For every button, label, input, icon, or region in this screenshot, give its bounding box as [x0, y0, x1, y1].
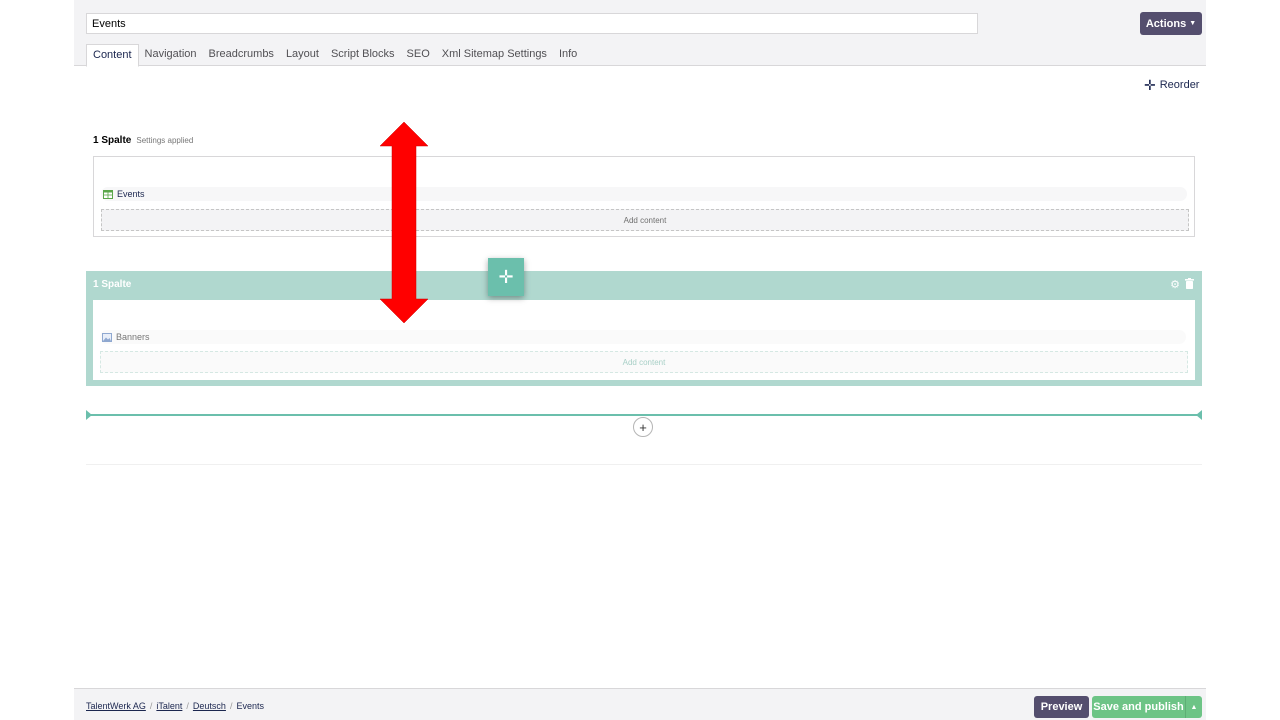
content-item-label: Banners: [116, 332, 150, 342]
settings-gear-icon[interactable]: ⚙: [1170, 278, 1180, 291]
drag-move-icon[interactable]: ✛: [488, 258, 524, 296]
add-content-button[interactable]: Add content: [101, 209, 1189, 231]
breadcrumb: TalentWerk AG / iTalent / Deutsch / Events: [86, 701, 264, 711]
breadcrumb-separator: /: [229, 701, 233, 711]
tab-xml-sitemap-settings[interactable]: Xml Sitemap Settings: [436, 44, 553, 66]
tab-seo[interactable]: SEO: [401, 44, 436, 66]
page-name-input[interactable]: [86, 13, 978, 34]
block-header: 1 Spalte ⚙: [86, 271, 1202, 299]
add-section-plus-icon[interactable]: +: [633, 417, 653, 437]
indicator-arrow-left-icon: [86, 410, 92, 420]
divider: [86, 464, 1202, 465]
image-icon: [102, 332, 112, 342]
block-actions: ⚙: [1170, 278, 1194, 291]
breadcrumb-separator: /: [186, 701, 189, 711]
reorder-label: Reorder: [1159, 79, 1200, 91]
tab-layout[interactable]: Layout: [280, 44, 325, 66]
editor-tabs: Content Navigation Breadcrumbs Layout Sc…: [86, 44, 583, 67]
breadcrumb-link[interactable]: TalentWerk AG: [86, 701, 146, 711]
block-title-text: 1 Spalte: [93, 279, 132, 290]
tab-script-blocks[interactable]: Script Blocks: [325, 44, 401, 66]
tab-breadcrumbs[interactable]: Breadcrumbs: [203, 44, 280, 66]
tab-content[interactable]: Content: [86, 44, 139, 67]
breadcrumb-separator: /: [149, 701, 153, 711]
trash-icon[interactable]: [1185, 278, 1194, 289]
block-settings-status: Settings applied: [136, 136, 194, 145]
tab-navigation[interactable]: Navigation: [139, 44, 203, 66]
add-content-button[interactable]: Add content: [100, 351, 1188, 373]
actions-button[interactable]: Actions ▼: [1140, 12, 1202, 35]
save-and-publish-label: Save and publish: [1093, 701, 1184, 713]
grid-icon: [103, 189, 113, 199]
content-block-dragging[interactable]: 1 Spalte ⚙ Banners Add content: [86, 271, 1202, 386]
content-item[interactable]: Banners: [100, 330, 1186, 344]
editor-footer: TalentWerk AG / iTalent / Deutsch / Events Pre…: [74, 688, 1206, 720]
app-container: Actions ▼ Content Navigation Breadcrumbs…: [74, 0, 1206, 720]
block-title: 1 Spalte Settings applied: [93, 135, 193, 146]
block-body: Banners Add content: [93, 300, 1195, 380]
caret-down-icon: ▼: [1189, 20, 1197, 27]
actions-button-label: Actions: [1145, 17, 1187, 30]
reorder-button[interactable]: ✛ Reorder: [1144, 77, 1200, 93]
content-item[interactable]: Events: [101, 187, 1187, 201]
breadcrumb-link[interactable]: iTalent: [156, 701, 182, 711]
preview-button[interactable]: Preview: [1034, 696, 1089, 718]
caret-up-icon[interactable]: ▲: [1185, 696, 1202, 718]
tab-info[interactable]: Info: [553, 44, 583, 66]
breadcrumb-current: Events: [236, 701, 264, 711]
block-title-text: 1 Spalte: [93, 135, 132, 146]
save-and-publish-button[interactable]: Save and publish ▲: [1092, 696, 1202, 718]
editor-header: Actions ▼ Content Navigation Breadcrumbs…: [74, 0, 1206, 67]
breadcrumb-link[interactable]: Deutsch: [193, 701, 226, 711]
content-item-label: Events: [117, 189, 145, 199]
move-icon: ✛: [1144, 77, 1156, 93]
content-block: Events Add content: [93, 156, 1195, 237]
indicator-arrow-right-icon: [1196, 410, 1202, 420]
drop-indicator-line: [86, 410, 1202, 420]
double-arrow-annotation-icon: [379, 122, 429, 323]
